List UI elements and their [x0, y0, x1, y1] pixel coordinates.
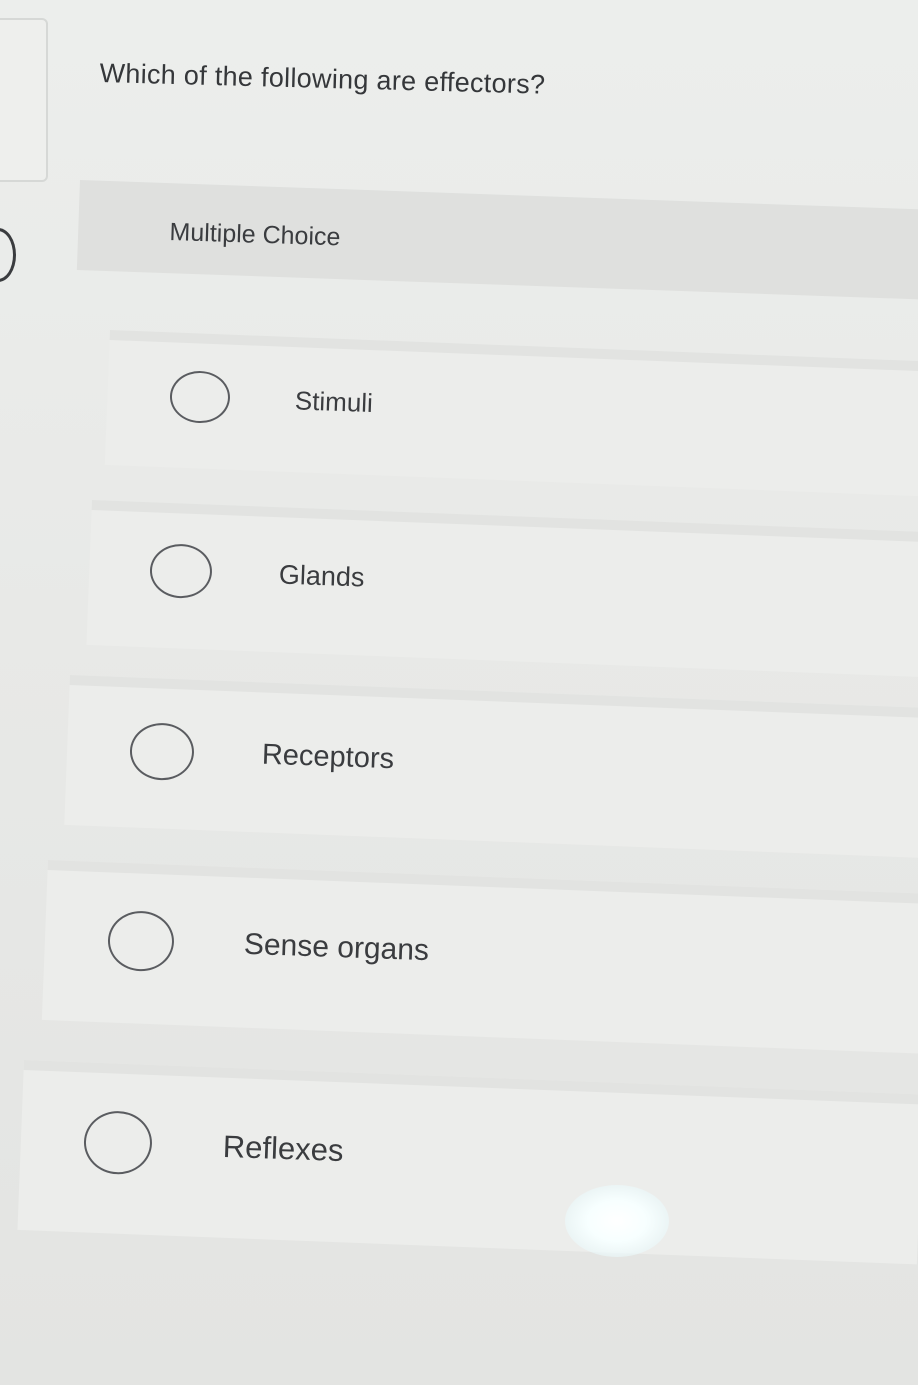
radio-unselected-icon[interactable] [129, 722, 195, 782]
radio-unselected-icon[interactable] [149, 543, 213, 600]
side-panel-edge [0, 18, 48, 182]
option-sense-organs[interactable]: Sense organs [106, 910, 430, 981]
option-reflexes[interactable]: Reflexes [82, 1110, 345, 1182]
option-label: Receptors [261, 738, 395, 776]
chevron-right-icon[interactable] [0, 228, 16, 282]
option-glands[interactable]: Glands [149, 543, 365, 604]
option-stimuli[interactable]: Stimuli [169, 370, 374, 429]
question-text: Which of the following are effectors? [99, 58, 546, 100]
option-label: Sense organs [243, 927, 430, 968]
radio-unselected-icon[interactable] [82, 1110, 154, 1176]
question-type-label: Multiple Choice [169, 218, 341, 252]
screen-glare [565, 1185, 669, 1257]
option-label: Stimuli [294, 384, 374, 418]
option-label: Reflexes [222, 1128, 345, 1168]
option-label: Glands [278, 559, 365, 592]
radio-unselected-icon[interactable] [106, 910, 176, 973]
radio-unselected-icon[interactable] [169, 370, 231, 425]
option-receptors[interactable]: Receptors [129, 722, 395, 788]
question-page: Which of the following are effectors? Mu… [0, 0, 918, 1385]
